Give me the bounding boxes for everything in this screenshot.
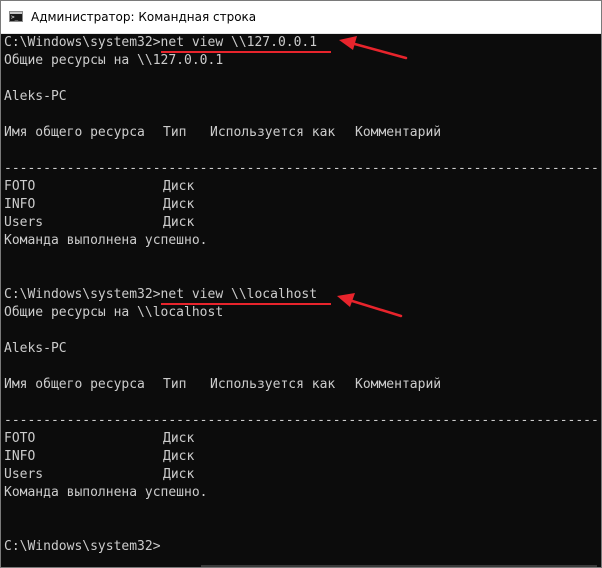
bottom-strip	[201, 565, 597, 567]
annotation-arrows	[337, 36, 408, 318]
cmd-icon[interactable]: >_	[9, 11, 23, 22]
window-title: Администратор: Командная строка	[31, 10, 257, 24]
cmd-icon-glyph: >_	[11, 14, 19, 21]
console-output[interactable]: C:\Windows\system32>net view \\127.0.0.1…	[1, 34, 601, 567]
title-bar[interactable]: >_ Администратор: Командная строка	[1, 1, 601, 34]
annotation-arrow-1	[339, 36, 408, 60]
annotation-arrow-2	[337, 293, 403, 318]
command-prompt-window: >_ Администратор: Командная строка C:\Wi…	[0, 0, 602, 568]
